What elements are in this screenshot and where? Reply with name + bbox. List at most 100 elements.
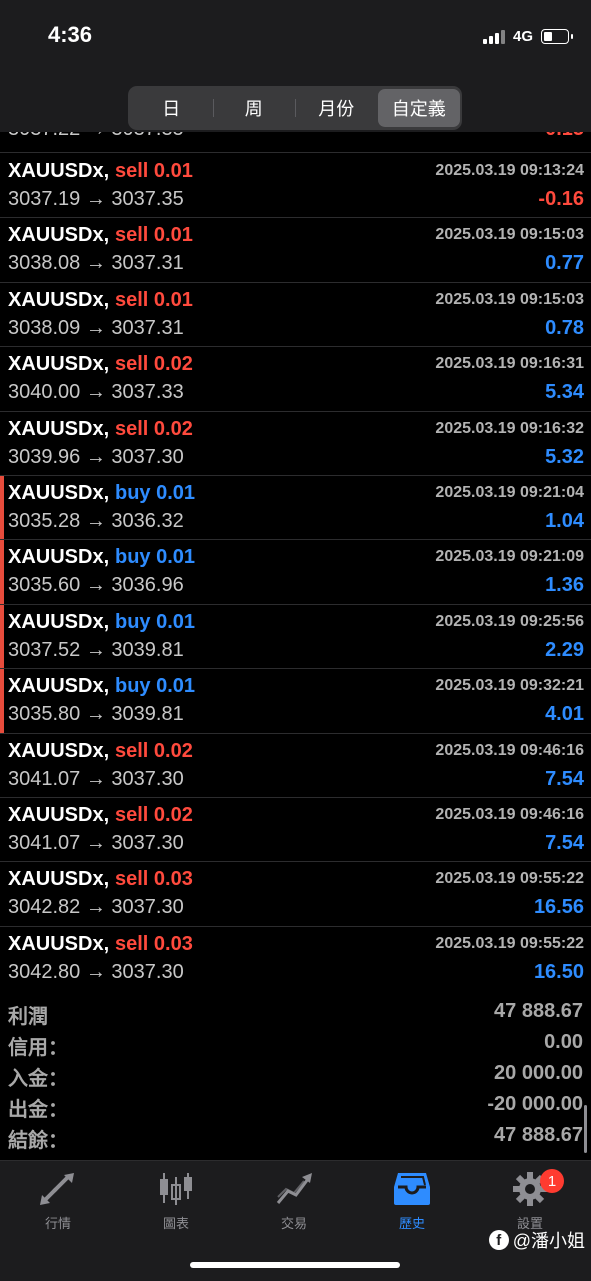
trade-symbol: XAUUSDx, — [8, 353, 110, 376]
summary-label: 入金： — [8, 1068, 68, 1090]
trade-date: 2025.03.19 09:32:21 — [435, 677, 584, 695]
network-type: 4G — [512, 27, 533, 45]
summary-balance-row: 結餘： 47 888.67 — [0, 1122, 591, 1153]
trade-side: sell 0.02 — [115, 417, 193, 440]
summary-deposit-row: 入金： 20 000.00 — [0, 1060, 591, 1091]
trade-symbol: XAUUSDx, — [8, 546, 110, 569]
trade-row[interactable]: XAUUSDx, buy 0.01 2025.03.19 09:21:09 3035.… — [0, 540, 591, 605]
facebook-icon: f — [488, 1230, 509, 1250]
tab-label: 圖表 — [162, 1216, 189, 1231]
trade-date: 2025.03.19 09:13:24 — [435, 162, 584, 179]
scrollbar[interactable] — [584, 1105, 587, 1153]
trade-symbol: XAUUSDx, — [8, 224, 110, 247]
trade-profit: 7.54 — [545, 767, 584, 790]
trade-row[interactable]: XAUUSDx, sell 0.02 2025.03.19 09:16:32 3039… — [0, 412, 591, 476]
trade-profit: -0.13 — [538, 132, 584, 141]
trade-profit: 0.78 — [545, 316, 584, 339]
trade-date: 2025.03.19 09:46:16 — [435, 741, 584, 759]
trade-date: 2025.03.19 09:46:16 — [435, 805, 584, 823]
status-bar: 4:36 4G — [0, 0, 591, 70]
tab-label: 歷史 — [398, 1216, 425, 1231]
segment-custom[interactable]: 自定義 — [377, 89, 460, 127]
tab-history[interactable]: 歷史 — [362, 1171, 462, 1241]
trade-date: 2025.03.19 09:21:04 — [435, 483, 584, 501]
trade-prices: 3042.80 → 3037.30 — [8, 960, 184, 983]
list-item[interactable]: 3037.22 → 3037.35 -0.13 — [0, 132, 591, 153]
summary-label: 結餘： — [8, 1130, 68, 1152]
watermark: f @潘小姐 — [488, 1228, 585, 1252]
notification-badge: 1 — [540, 1169, 564, 1193]
header: 日 周 月份 自定義 — [0, 70, 591, 132]
trade-row[interactable]: XAUUSDx, sell 0.02 2025.03.19 09:16:31 3040… — [0, 347, 591, 412]
trade-date: 2025.03.19 09:21:09 — [435, 548, 584, 566]
trade-rows: XAUUSDx, sell 0.01 2025.03.19 09:13:24 3037… — [0, 154, 591, 989]
trade-profit: 5.32 — [545, 445, 584, 468]
battery-icon — [541, 28, 573, 44]
period-segmented-control: 日 周 月份 自定義 — [128, 86, 462, 130]
trade-symbol: XAUUSDx, — [8, 932, 110, 955]
trade-prices: 3035.28 → 3036.32 — [8, 509, 184, 532]
trade-date: 2025.03.19 09:55:22 — [435, 870, 584, 888]
trade-date: 2025.03.19 09:16:31 — [435, 355, 584, 373]
trade-row[interactable]: XAUUSDx, sell 0.02 2025.03.19 09:46:16 3041… — [0, 798, 591, 863]
account-summary: 利潤 47 888.67 信用： 0.00 入金： 20 000.00 出金： … — [0, 998, 591, 1153]
trade-profit: 16.50 — [533, 960, 584, 983]
trade-side: buy 0.01 — [115, 610, 196, 633]
trade-profit: 5.34 — [545, 381, 584, 404]
trade-prices: 3037.52 → 3039.81 — [8, 638, 184, 661]
summary-value: -20 000.00 — [487, 1093, 583, 1115]
trade-side: sell 0.03 — [115, 868, 193, 891]
trade-symbol: XAUUSDx, — [8, 803, 110, 826]
trade-profit: 2.29 — [545, 638, 584, 661]
trade-side: buy 0.01 — [115, 546, 196, 569]
home-indicator[interactable] — [190, 1262, 400, 1268]
trade-line-icon — [276, 1173, 312, 1204]
summary-value: 0.00 — [544, 1031, 583, 1053]
trade-row[interactable]: XAUUSDx, sell 0.01 2025.03.19 09:15:03 3038… — [0, 283, 591, 348]
trade-symbol: XAUUSDx, — [8, 417, 110, 440]
tab-quotes[interactable]: 行情 — [8, 1171, 108, 1241]
trade-side: buy 0.01 — [115, 481, 196, 504]
tab-trade[interactable]: 交易 — [244, 1171, 344, 1241]
trade-row[interactable]: XAUUSDx, buy 0.01 2025.03.19 09:32:21 3035.… — [0, 669, 591, 734]
trade-row[interactable]: XAUUSDx, sell 0.01 2025.03.19 09:15:03 3038… — [0, 218, 591, 283]
trade-row[interactable]: XAUUSDx, sell 0.03 2025.03.19 09:55:22 3042… — [0, 862, 591, 927]
trade-date: 2025.03.19 09:55:22 — [435, 934, 584, 952]
trade-prices: 3037.22 → 3037.35 — [8, 132, 184, 141]
summary-profit-row: 利潤 47 888.67 — [0, 998, 591, 1029]
trade-symbol: XAUUSDx, — [8, 160, 110, 182]
trade-prices: 3035.80 → 3039.81 — [8, 703, 184, 726]
tab-label: 行情 — [44, 1216, 71, 1231]
trade-row[interactable]: XAUUSDx, sell 0.01 2025.03.19 09:13:24 3037… — [0, 154, 591, 219]
trade-prices: 3041.07 → 3037.30 — [8, 831, 184, 854]
trade-history-list[interactable]: 3037.22 → 3037.35 -0.13 XAUUSDx,sell 0.0… — [0, 132, 591, 989]
tab-chart[interactable]: 圖表 — [126, 1171, 226, 1241]
segment-month[interactable]: 月份 — [295, 89, 378, 127]
trade-date: 2025.03.19 09:25:56 — [435, 612, 584, 630]
trade-symbol: XAUUSDx, — [8, 739, 110, 762]
trade-row[interactable]: XAUUSDx, sell 0.02 2025.03.19 09:46:16 3041… — [0, 734, 591, 798]
status-icons: 4G — [482, 26, 573, 46]
trade-profit: 16.56 — [533, 896, 584, 919]
trade-side: sell 0.01 — [115, 160, 193, 182]
segment-week[interactable]: 周 — [212, 89, 296, 127]
summary-label: 信用： — [8, 1037, 68, 1059]
trade-symbol: XAUUSDx, — [8, 481, 110, 504]
trade-symbol: XAUUSDx, — [8, 675, 110, 698]
segment-day[interactable]: 日 — [130, 89, 213, 127]
trade-row[interactable]: XAUUSDx, buy 0.01 2025.03.19 09:25:56 3037.… — [0, 604, 591, 670]
trade-row[interactable]: XAUUSDx, sell 0.03 2025.03.19 09:55:22 3042… — [0, 927, 591, 989]
summary-credit-row: 信用： 0.00 — [0, 1029, 591, 1060]
trade-date: 2025.03.19 09:15:03 — [435, 290, 584, 308]
summary-label: 出金： — [8, 1099, 68, 1121]
trade-date: 2025.03.19 09:15:03 — [435, 226, 584, 244]
trade-profit: 1.04 — [545, 509, 584, 532]
clock: 4:36 — [48, 22, 93, 47]
trade-row[interactable]: XAUUSDx, buy 0.01 2025.03.19 09:21:04 3035.… — [0, 475, 591, 541]
trade-symbol: XAUUSDx, — [8, 868, 110, 891]
cellular-signal-icon — [482, 28, 505, 44]
tab-label: 交易 — [280, 1216, 307, 1231]
trade-prices: 3035.60 → 3036.96 — [8, 574, 184, 597]
trade-side: sell 0.01 — [115, 288, 193, 311]
candlestick-chart-icon — [160, 1173, 192, 1205]
